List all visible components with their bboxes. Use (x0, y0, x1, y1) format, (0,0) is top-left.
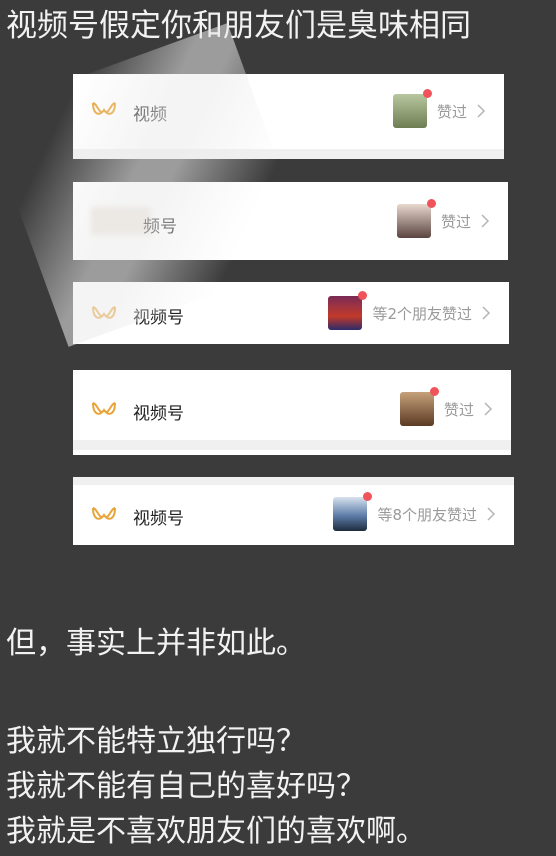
channels-logo-icon (92, 102, 116, 115)
friend-avatar (328, 296, 363, 330)
like-status: 赞过 (440, 212, 471, 231)
channels-logo-icon (92, 306, 116, 319)
channels-card-4[interactable]: 视频号 赞过 (73, 370, 511, 455)
channels-card-2[interactable]: 频号 赞过 (73, 182, 508, 260)
friend-avatar (396, 204, 431, 238)
channels-card-3[interactable]: 视频号 等2个朋友赞过 (73, 282, 509, 344)
friend-avatar (399, 392, 434, 426)
red-dot-badge (358, 291, 368, 300)
chevron-right-icon (482, 306, 491, 320)
like-status: 赞过 (443, 400, 474, 419)
card-label: 视频号 (133, 509, 184, 529)
body-line-3: 我就不能有自己的喜好吗？ (6, 769, 366, 804)
body-line-4: 我就是不喜欢朋友们的喜欢啊。 (6, 814, 426, 849)
chevron-right-icon (481, 214, 490, 228)
red-dot-badge (429, 387, 439, 396)
body-line-2: 我就不能特立独行吗？ (6, 724, 306, 759)
card-label: 视频 (133, 105, 167, 125)
card-label: 视频号 (133, 308, 184, 328)
red-dot-badge (422, 89, 432, 98)
like-status: 赞过 (436, 102, 467, 121)
channels-logo-icon (92, 402, 116, 415)
chevron-right-icon (477, 104, 486, 118)
like-status: 等8个朋友赞过 (377, 505, 477, 524)
chevron-right-icon (484, 402, 493, 416)
channels-logo-icon (92, 507, 116, 520)
page-title: 视频号假定你和朋友们是臭味相同 (6, 8, 471, 44)
channels-card-1[interactable]: 视频 赞过 (73, 74, 504, 159)
body-line-1: 但，事实上并非如此。 (6, 626, 306, 661)
friend-avatar (392, 94, 427, 128)
channels-card-5[interactable]: 视频号 等8个朋友赞过 (73, 477, 514, 545)
card-label: 频号 (143, 217, 177, 237)
friend-avatar (333, 497, 368, 531)
card-label: 视频号 (133, 404, 184, 424)
blurred-logo (91, 207, 151, 235)
chevron-right-icon (487, 507, 496, 521)
red-dot-badge (363, 492, 373, 501)
like-status: 等2个朋友赞过 (372, 304, 472, 323)
red-dot-badge (426, 199, 436, 208)
